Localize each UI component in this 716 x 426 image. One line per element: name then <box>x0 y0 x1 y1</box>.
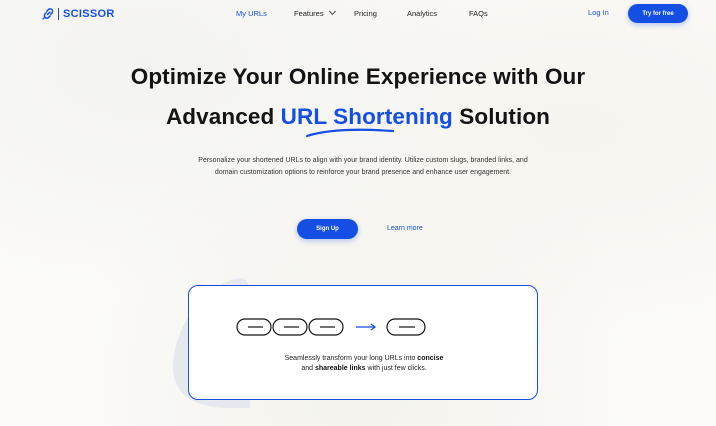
hero-title-post: Solution <box>459 104 551 129</box>
nav-item-pricing[interactable]: Pricing <box>354 9 377 18</box>
card-text-bold-shareable: shareable links <box>314 365 366 372</box>
sign-up-button[interactable]: Sign Up <box>297 219 358 239</box>
arrow-right-icon <box>356 323 377 331</box>
card-text-post: with just few clicks. <box>367 365 427 372</box>
chain-illustration <box>236 318 426 336</box>
hero-title-line1: Optimize Your Online Experience with Our <box>130 64 586 89</box>
long-chain-icon <box>236 318 344 336</box>
card-text-mid: and <box>301 365 314 372</box>
short-chain-icon <box>386 318 426 336</box>
logo-separator <box>58 7 59 20</box>
nav-item-analytics[interactable]: Analytics <box>407 9 437 18</box>
hero-title-highlight: URL Shortening <box>281 104 453 138</box>
top-nav: SCISSOR My URLs Features Pricing Analyti… <box>0 0 716 28</box>
underline-swoosh <box>305 128 394 138</box>
chevron-down-icon <box>328 7 336 16</box>
hero-title-line2: Advanced URL Shortening Solution <box>0 104 716 138</box>
hero-title-pre: Advanced <box>165 104 275 129</box>
card-text-pre: Seamlessly transform your long URLs into <box>284 355 416 362</box>
hero-subtitle: Personalize your shortened URLs to align… <box>198 157 528 176</box>
learn-more-link[interactable]: Learn more <box>387 225 423 232</box>
feature-card: Seamlessly transform your long URLs into… <box>188 285 538 400</box>
link-icon <box>42 8 54 20</box>
card-text-bold-concise: concise <box>417 355 444 362</box>
brand-name: SCISSOR <box>63 7 115 20</box>
login-link[interactable]: Log In <box>588 8 609 17</box>
brand-logo[interactable]: SCISSOR <box>42 7 115 20</box>
nav-item-my-urls[interactable]: My URLs <box>236 9 267 18</box>
card-description: Seamlessly transform your long URLs into… <box>189 354 539 374</box>
nav-item-features-label: Features <box>294 9 324 18</box>
nav-item-faqs[interactable]: FAQs <box>469 9 488 18</box>
try-for-free-button[interactable]: Try for free <box>628 4 688 23</box>
nav-item-features[interactable]: Features <box>294 7 336 18</box>
